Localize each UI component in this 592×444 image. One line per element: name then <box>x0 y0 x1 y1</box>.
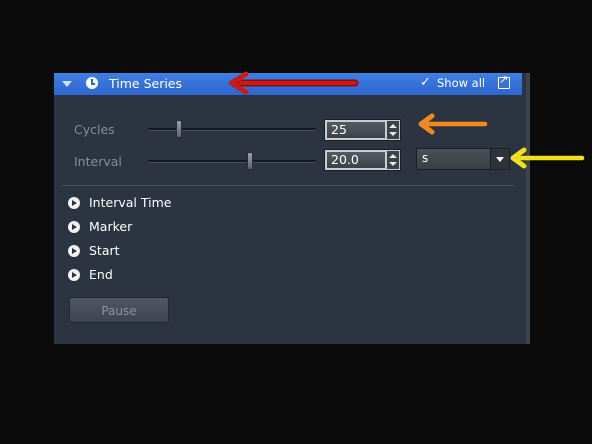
annotation-arrows <box>228 71 585 169</box>
orange-annotation-arrow <box>418 113 488 135</box>
red-annotation-arrow <box>228 71 359 95</box>
yellow-annotation-arrow <box>510 147 585 169</box>
